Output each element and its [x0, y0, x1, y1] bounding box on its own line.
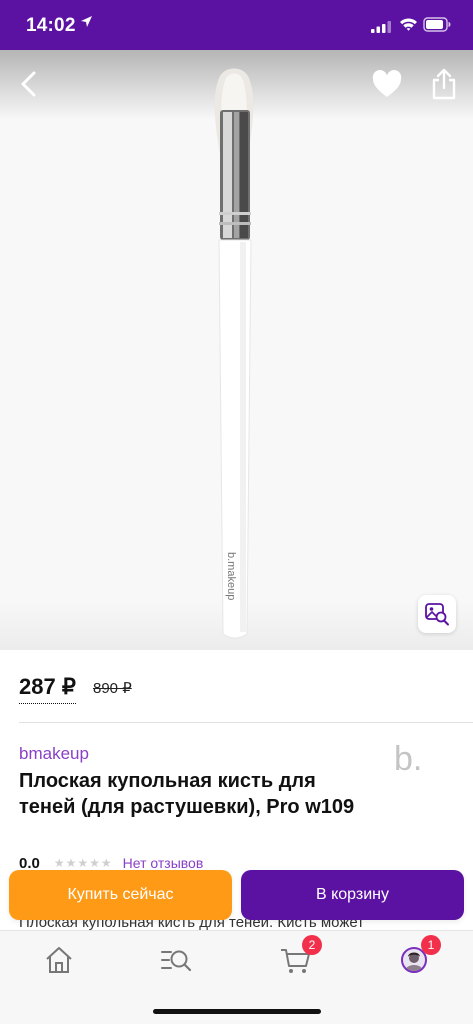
- current-price[interactable]: 287 ₽: [19, 674, 76, 704]
- tab-home[interactable]: [42, 943, 82, 979]
- status-time: 14:02: [26, 15, 76, 36]
- rating-value: 0.0: [19, 854, 40, 872]
- share-button[interactable]: [430, 68, 458, 100]
- divider: [19, 722, 473, 723]
- visual-search-button[interactable]: [418, 595, 456, 633]
- old-price: 890 ₽: [93, 680, 132, 697]
- profile-badge: 1: [421, 935, 441, 955]
- brush-brand-print: b.makeup: [225, 552, 237, 600]
- product-gallery[interactable]: b.makeup: [0, 50, 473, 650]
- wifi-icon: [399, 17, 418, 37]
- reviews-link[interactable]: Нет отзывов: [123, 855, 204, 871]
- catalog-search-icon: [161, 950, 192, 972]
- buy-now-button[interactable]: Купить сейчас: [9, 870, 232, 920]
- share-icon: [432, 68, 456, 100]
- heart-icon: [372, 70, 402, 97]
- product-image[interactable]: b.makeup: [190, 62, 280, 644]
- status-bar: 14:02: [0, 0, 473, 50]
- tab-catalog[interactable]: [158, 943, 198, 979]
- tab-profile[interactable]: 1: [397, 935, 441, 979]
- tab-cart[interactable]: 2: [278, 935, 322, 979]
- product-title: Плоская купольная кисть для теней (для р…: [19, 770, 355, 818]
- location-arrow-icon: [80, 15, 93, 33]
- battery-icon: [423, 17, 451, 37]
- rating-stars: ★★★★★: [53, 856, 113, 870]
- image-search-icon: [425, 603, 449, 626]
- add-to-cart-button[interactable]: В корзину: [241, 870, 464, 920]
- brand-link[interactable]: bmakeup: [19, 744, 89, 764]
- chevron-left-icon: [21, 71, 36, 97]
- back-button[interactable]: [14, 68, 46, 100]
- signal-icon: [371, 20, 391, 38]
- cart-badge: 2: [302, 935, 322, 955]
- brand-logo[interactable]: b.: [394, 740, 422, 779]
- favorite-button[interactable]: [372, 70, 402, 100]
- home-icon: [46, 947, 72, 973]
- home-indicator: [153, 1009, 321, 1014]
